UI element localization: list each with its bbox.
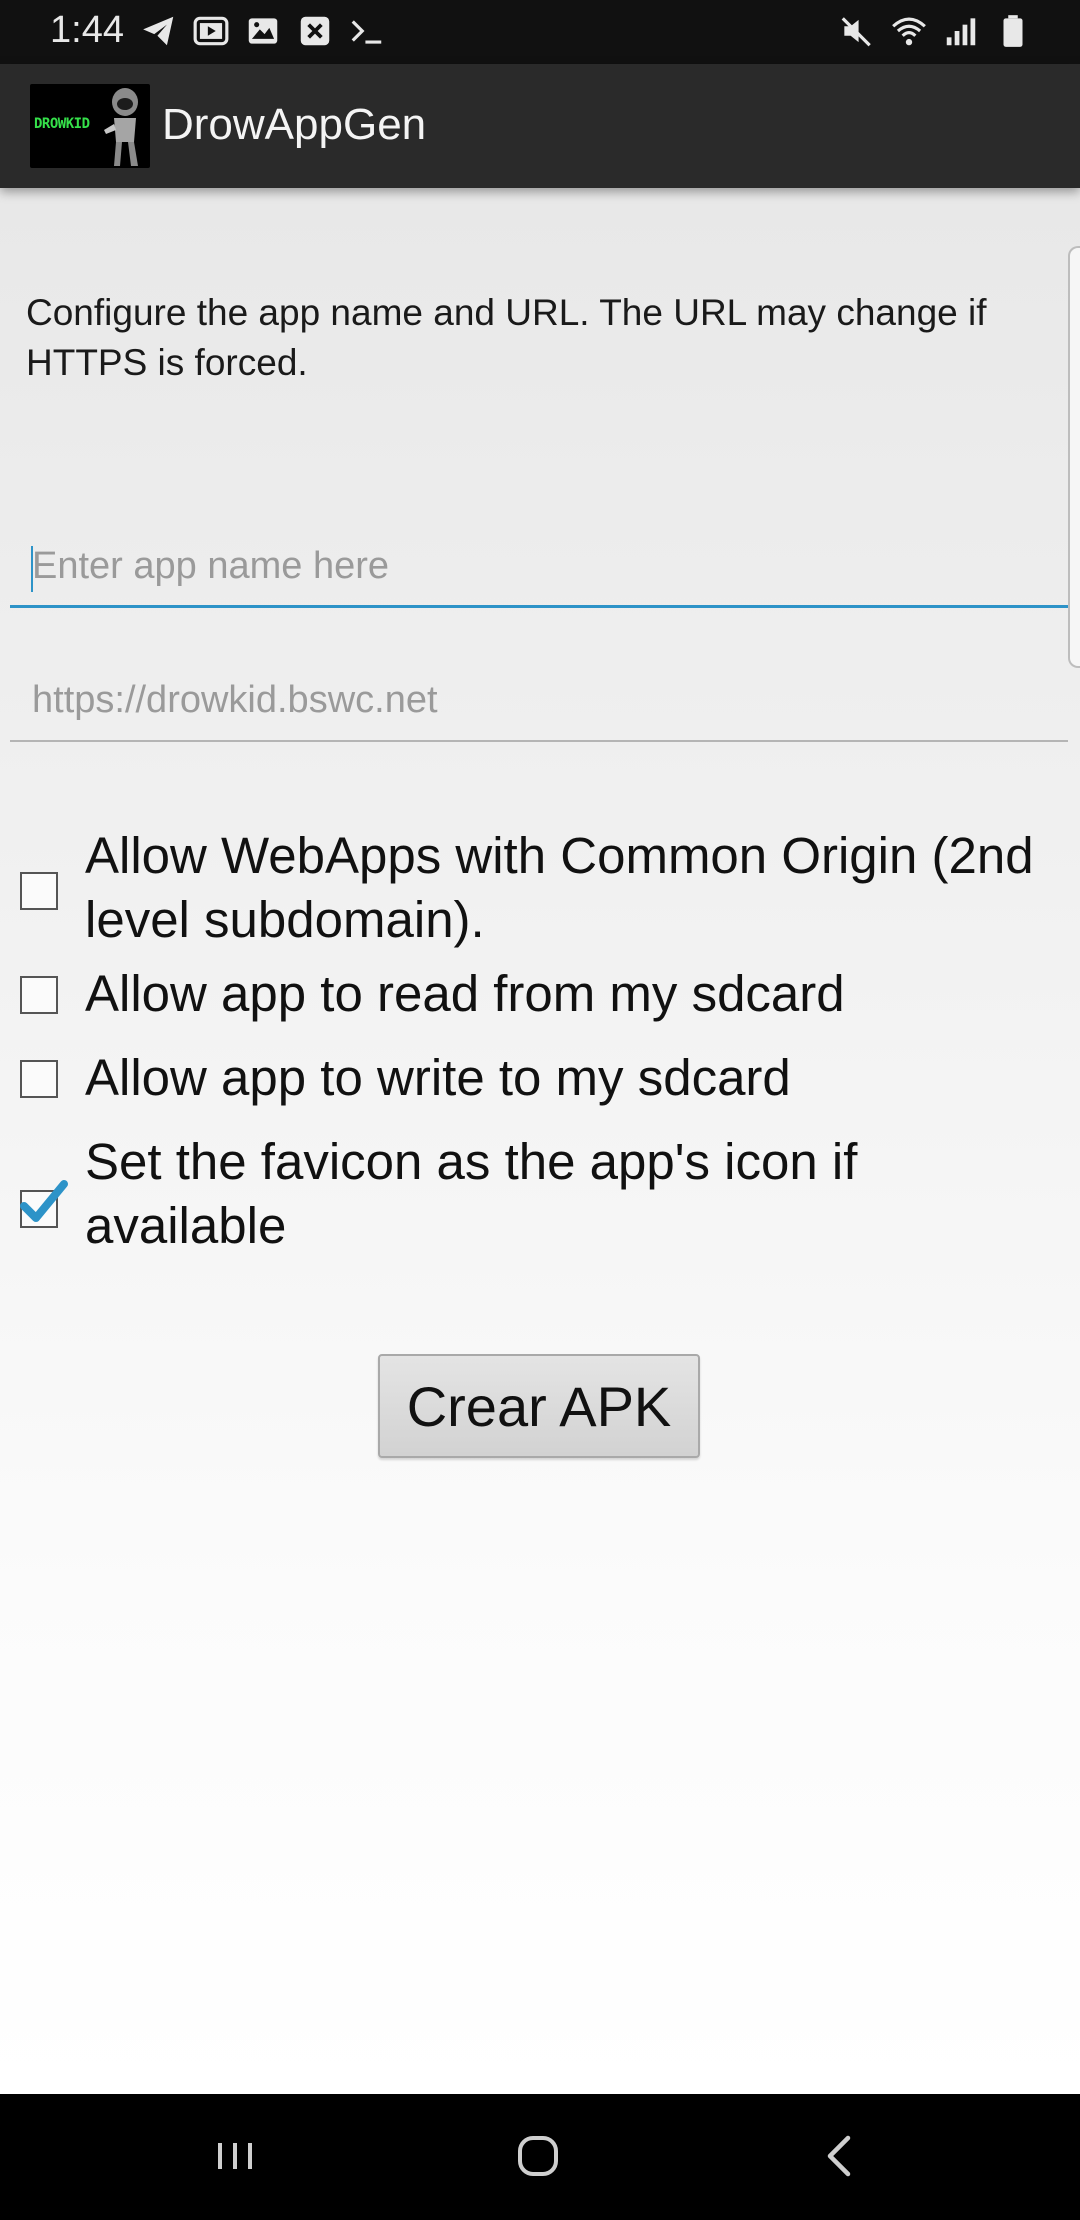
favicon-label[interactable]: Set the favicon as the app's icon if ava… xyxy=(85,1130,1045,1258)
read-sdcard-checkbox[interactable] xyxy=(20,976,58,1014)
text-cursor xyxy=(31,546,33,592)
recents-icon[interactable] xyxy=(205,2126,265,2186)
app-name-input[interactable] xyxy=(10,528,1068,604)
common-origin-checkbox[interactable] xyxy=(20,872,58,910)
read-sdcard-label[interactable]: Allow app to read from my sdcard xyxy=(85,962,1045,1026)
system-icons xyxy=(838,12,1032,50)
status-bar: 1:44 xyxy=(0,0,1080,64)
status-time: 1:44 xyxy=(50,9,124,51)
nav-bar xyxy=(0,2094,1080,2220)
url-underline xyxy=(10,740,1068,742)
terminal-icon xyxy=(348,12,386,50)
signal-icon xyxy=(942,12,980,50)
checkmark-icon xyxy=(20,1180,68,1222)
app-name-field[interactable] xyxy=(10,528,1068,608)
robot-logo-icon xyxy=(104,88,138,166)
app-logo: DROWKID xyxy=(30,84,150,168)
common-origin-label[interactable]: Allow WebApps with Common Origin (2nd le… xyxy=(85,824,1045,952)
notification-icons xyxy=(140,12,386,50)
home-icon[interactable] xyxy=(508,2126,568,2186)
wifi-icon xyxy=(890,12,928,50)
description-text: Configure the app name and URL. The URL … xyxy=(26,292,987,383)
create-apk-button[interactable]: Crear APK xyxy=(378,1354,700,1458)
battery-icon xyxy=(994,12,1032,50)
mute-icon xyxy=(838,12,876,50)
scroll-edge-indicator xyxy=(1068,246,1080,668)
app-name-underline xyxy=(10,605,1068,608)
url-input[interactable] xyxy=(10,662,1068,738)
main-content: Configure the app name and URL. The URL … xyxy=(0,188,1080,2094)
app-bar: DROWKID DrowAppGen xyxy=(0,64,1080,188)
favicon-checkbox[interactable] xyxy=(20,1180,68,1228)
youtube-icon xyxy=(192,12,230,50)
app-title: DrowAppGen xyxy=(162,100,427,149)
back-icon[interactable] xyxy=(810,2126,870,2186)
url-field[interactable] xyxy=(10,662,1068,742)
telegram-icon xyxy=(140,12,178,50)
write-sdcard-label[interactable]: Allow app to write to my sdcard xyxy=(85,1046,1045,1110)
close-box-icon xyxy=(296,12,334,50)
gallery-icon xyxy=(244,12,282,50)
write-sdcard-checkbox[interactable] xyxy=(20,1060,58,1098)
